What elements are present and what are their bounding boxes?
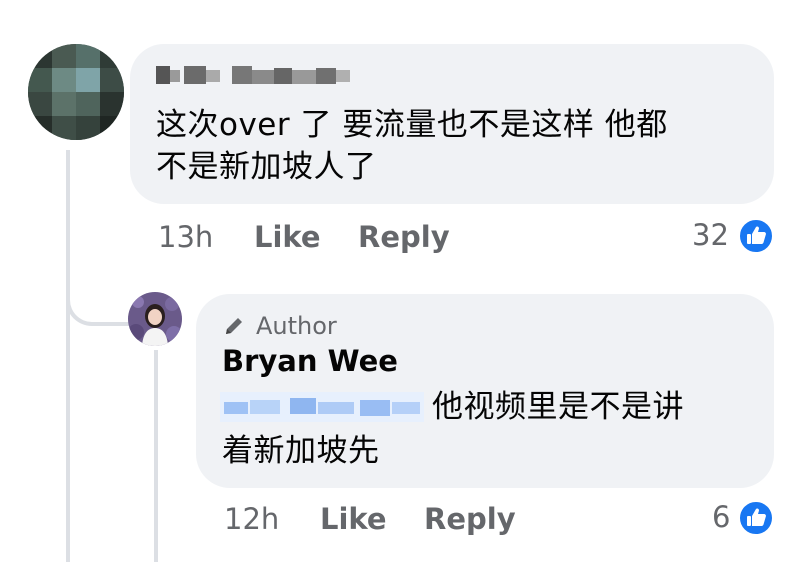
pencil-icon: [226, 318, 242, 334]
reply-time[interactable]: 12h: [224, 502, 279, 536]
reply-reply-button[interactable]: Reply: [424, 502, 516, 536]
reply-text-line1: 他视频里是不是讲: [432, 389, 684, 425]
commenter-name-redacted[interactable]: [156, 64, 352, 86]
comment-like-button[interactable]: Like: [254, 220, 321, 254]
comment-reply-button[interactable]: Reply: [358, 220, 450, 254]
reply-thread-line: [154, 350, 158, 562]
thread-line-vertical: [66, 150, 70, 562]
comment-text: 这次over 了 要流量也不是这样 他都 不是新加坡人了: [156, 107, 668, 185]
mention-tag-redacted[interactable]: [220, 392, 424, 422]
pixelated-avatar-image: [28, 44, 124, 140]
comment-reaction-count[interactable]: 32: [692, 218, 729, 252]
comment-time[interactable]: 13h: [158, 220, 213, 254]
author-name[interactable]: Bryan Wee: [222, 344, 398, 378]
author-avatar[interactable]: [128, 292, 182, 346]
redacted-mention-image: [224, 398, 420, 416]
thumbs-up-icon[interactable]: [738, 500, 774, 536]
author-avatar-image: [128, 292, 182, 346]
author-badge: Author: [256, 312, 337, 340]
redacted-name-image: [156, 66, 350, 84]
reply-text-line2: 着新加坡先: [222, 433, 380, 469]
reply-reaction-count[interactable]: 6: [712, 500, 730, 534]
reply-like-button[interactable]: Like: [320, 502, 387, 536]
commenter-avatar-pixelated[interactable]: [28, 44, 124, 140]
thread-line-curve: [66, 250, 130, 326]
thumbs-up-icon[interactable]: [738, 218, 774, 254]
